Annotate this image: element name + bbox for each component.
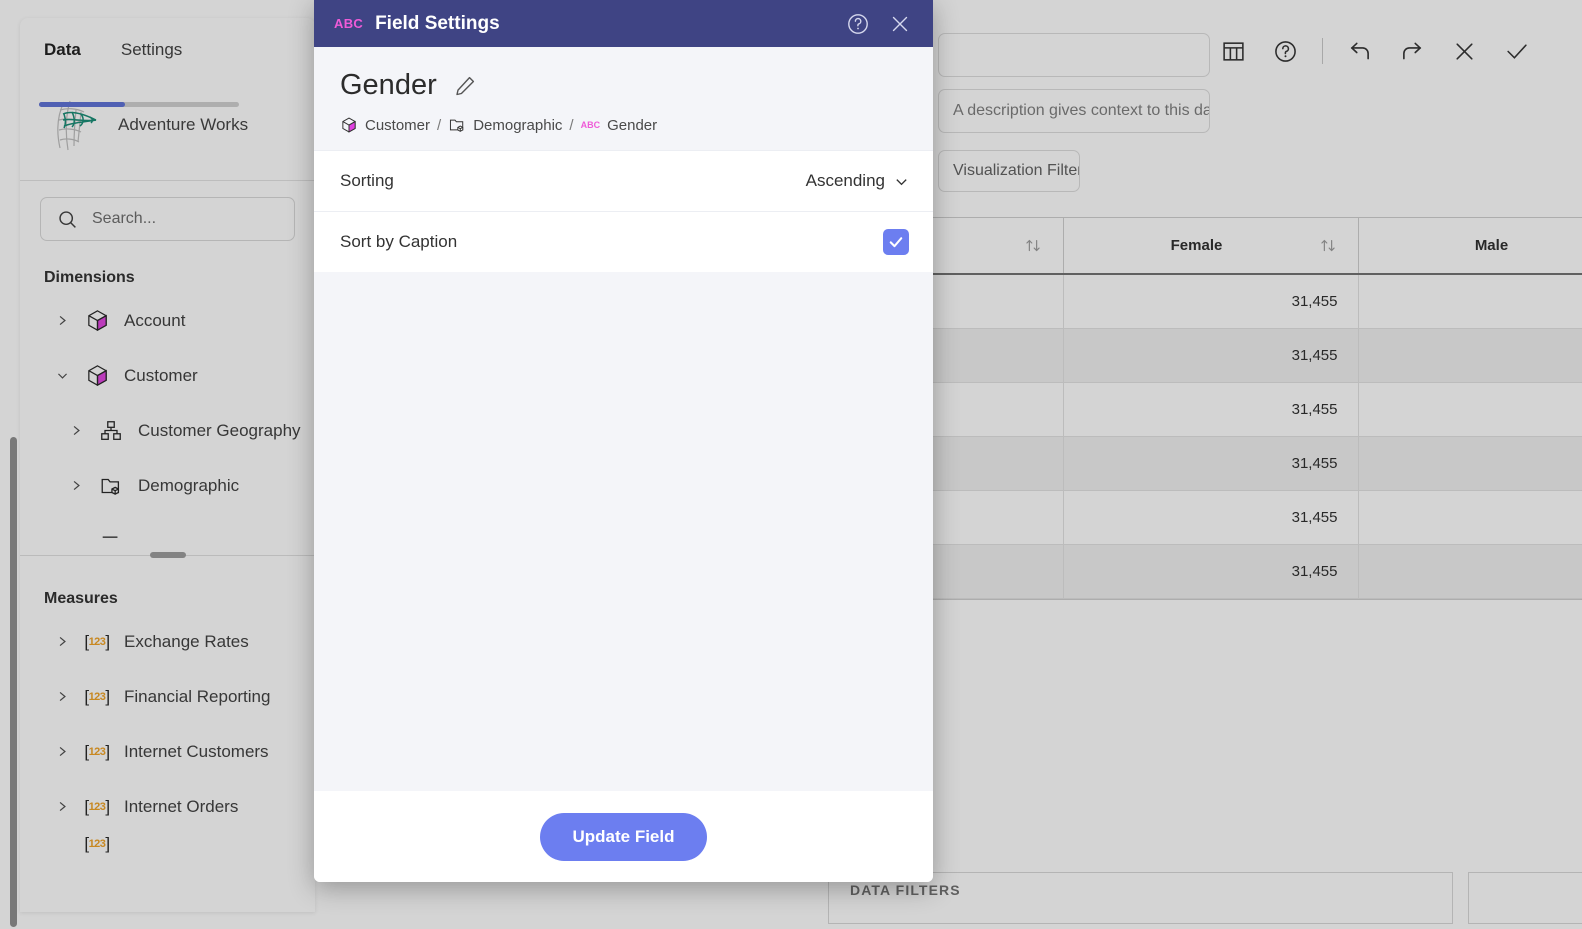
breadcrumb-separator: / [437,116,442,134]
setting-label: Sorting [340,171,394,190]
breadcrumb-item-customer[interactable]: Customer [365,117,430,134]
field-settings-dialog: ABC Field Settings Gender Customer / Dem… [314,0,933,882]
breadcrumb: Customer / Demographic / ABC Gender [340,116,907,134]
breadcrumb-item-gender: Gender [607,116,658,134]
sorting-dropdown[interactable]: Ascending [806,171,909,191]
abc-icon: ABC [580,120,601,130]
dialog-title: Field Settings [375,12,500,34]
abc-icon: ABC [334,16,364,31]
dialog-settings-list: Sorting Ascending Sort by Caption [314,150,933,272]
setting-row-sort-by-caption: Sort by Caption [314,211,933,272]
close-icon[interactable] [885,9,915,39]
edit-pencil-icon[interactable] [453,74,477,98]
setting-row-sorting: Sorting Ascending [314,150,933,211]
setting-label: Sort by Caption [340,232,458,251]
field-name-row: Gender [340,69,907,102]
chevron-down-icon [894,174,909,189]
sorting-value: Ascending [805,171,885,190]
cube-icon [340,116,358,134]
dialog-footer: Update Field [314,791,933,882]
dialog-body-empty-area [314,272,933,791]
breadcrumb-separator: / [569,116,574,134]
screen: Data Settings Adventure Works Search... … [0,0,1582,929]
breadcrumb-item-demographic[interactable]: Demographic [473,117,562,134]
update-field-button[interactable]: Update Field [540,812,707,861]
sort-by-caption-checkbox[interactable] [883,229,909,255]
help-icon[interactable] [843,9,873,39]
dialog-header-zone: Gender Customer / Demographic / ABC Gend… [314,47,933,150]
field-name: Gender [340,69,437,101]
folder-cube-icon [448,116,466,134]
dialog-title-bar: ABC Field Settings [314,0,933,47]
